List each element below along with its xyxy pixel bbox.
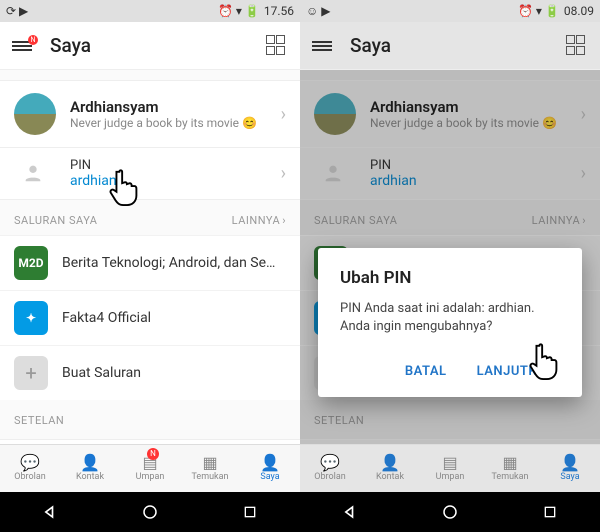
channel-icon: M2D xyxy=(14,246,48,280)
cancel-button[interactable]: BATAL xyxy=(401,358,451,385)
account-row[interactable]: Akun xyxy=(0,439,300,444)
section-channels: SALURAN SAYA LAINNYA › xyxy=(0,200,300,235)
pin-label: PIN xyxy=(70,158,281,173)
tab-umpan[interactable]: ▤UmpanN xyxy=(120,445,180,492)
dialog-body: PIN Anda saat ini adalah: ardhian. Anda … xyxy=(340,300,560,336)
status-time: 17.56 xyxy=(264,4,294,18)
channel-row[interactable]: ✦ Fakta4 Official xyxy=(0,290,300,345)
app-bar: Saya xyxy=(300,22,600,70)
menu-icon[interactable]: N xyxy=(12,39,32,53)
tab-saya[interactable]: 👤Saya xyxy=(240,445,300,492)
chevron-right-icon: › xyxy=(281,104,286,125)
person-icon xyxy=(22,162,44,188)
channel-label: Fakta4 Official xyxy=(62,310,286,326)
dialog-title: Ubah PIN xyxy=(340,268,560,288)
qr-icon[interactable] xyxy=(566,35,588,57)
dialog-change-pin: Ubah PIN PIN Anda saat ini adalah: ardhi… xyxy=(318,248,582,397)
channel-row[interactable]: M2D Berita Teknologi; Android, dan Sema.… xyxy=(0,235,300,290)
tab-obrolan[interactable]: 💬Obrolan xyxy=(300,445,360,492)
soft-keys xyxy=(300,492,600,532)
channel-row-add[interactable]: + Buat Saluran xyxy=(0,345,300,400)
status-bar: ⟳ ▶ ⏰ ▾ 🔋 17.56 xyxy=(0,0,300,22)
pin-row[interactable]: PIN ardhian › xyxy=(0,148,300,200)
tab-temukan[interactable]: ▦Temukan xyxy=(180,445,240,492)
status-left-icons: ☺ ▶ xyxy=(306,4,330,18)
profile-row[interactable]: Ardhiansyam Never judge a book by its mo… xyxy=(0,80,300,148)
bottom-nav: 💬Obrolan 👤Kontak ▤UmpanN ▦Temukan 👤Saya xyxy=(0,444,300,492)
back-key[interactable] xyxy=(337,499,363,525)
pin-value: ardhian xyxy=(70,173,281,189)
status-time: 08.09 xyxy=(564,4,594,18)
section-settings: SETELAN xyxy=(0,400,300,435)
profile-status: Never judge a book by its movie 😊 xyxy=(70,116,267,130)
tab-saya[interactable]: 👤Saya xyxy=(540,445,600,492)
plus-icon: + xyxy=(14,356,48,390)
menu-badge: N xyxy=(28,35,38,45)
tab-temukan[interactable]: ▦Temukan xyxy=(480,445,540,492)
page-title: Saya xyxy=(350,34,566,57)
status-right-icons: ⏰ ▾ 🔋 xyxy=(518,4,560,18)
phone-left: ⟳ ▶ ⏰ ▾ 🔋 17.56 N Saya Ardhiansyam Never… xyxy=(0,0,300,532)
tab-kontak[interactable]: 👤Kontak xyxy=(60,445,120,492)
channel-label: Buat Saluran xyxy=(62,365,286,381)
chevron-right-icon: › xyxy=(281,163,286,184)
page-title: Saya xyxy=(50,34,266,57)
soft-keys xyxy=(0,492,300,532)
channel-icon: ✦ xyxy=(14,301,48,335)
continue-button[interactable]: LANJUTKAN xyxy=(473,358,560,385)
tab-kontak[interactable]: 👤Kontak xyxy=(360,445,420,492)
phone-right: ☺ ▶ ⏰ ▾ 🔋 08.09 Saya Ardhiansyam Never j… xyxy=(300,0,600,532)
tab-umpan[interactable]: ▤Umpan xyxy=(420,445,480,492)
qr-icon[interactable] xyxy=(266,35,288,57)
tab-obrolan[interactable]: 💬Obrolan xyxy=(0,445,60,492)
app-bar: N Saya xyxy=(0,22,300,70)
recent-key[interactable] xyxy=(537,499,563,525)
channel-label: Berita Teknologi; Android, dan Sema... xyxy=(62,255,286,271)
back-key[interactable] xyxy=(37,499,63,525)
status-right-icons: ⏰ ▾ 🔋 xyxy=(218,4,260,18)
content: Ardhiansyam Never judge a book by its mo… xyxy=(0,70,300,444)
bottom-nav: 💬Obrolan 👤Kontak ▤Umpan ▦Temukan 👤Saya xyxy=(300,444,600,492)
status-left-icons: ⟳ ▶ xyxy=(6,4,28,18)
more-link[interactable]: LAINNYA › xyxy=(232,214,286,227)
profile-name: Ardhiansyam xyxy=(70,98,267,116)
content: Ardhiansyam Never judge a book by its mo… xyxy=(300,70,600,444)
avatar xyxy=(14,93,56,135)
home-key[interactable] xyxy=(437,499,463,525)
home-key[interactable] xyxy=(137,499,163,525)
status-bar: ☺ ▶ ⏰ ▾ 🔋 08.09 xyxy=(300,0,600,22)
recent-key[interactable] xyxy=(237,499,263,525)
menu-icon[interactable] xyxy=(312,39,332,53)
